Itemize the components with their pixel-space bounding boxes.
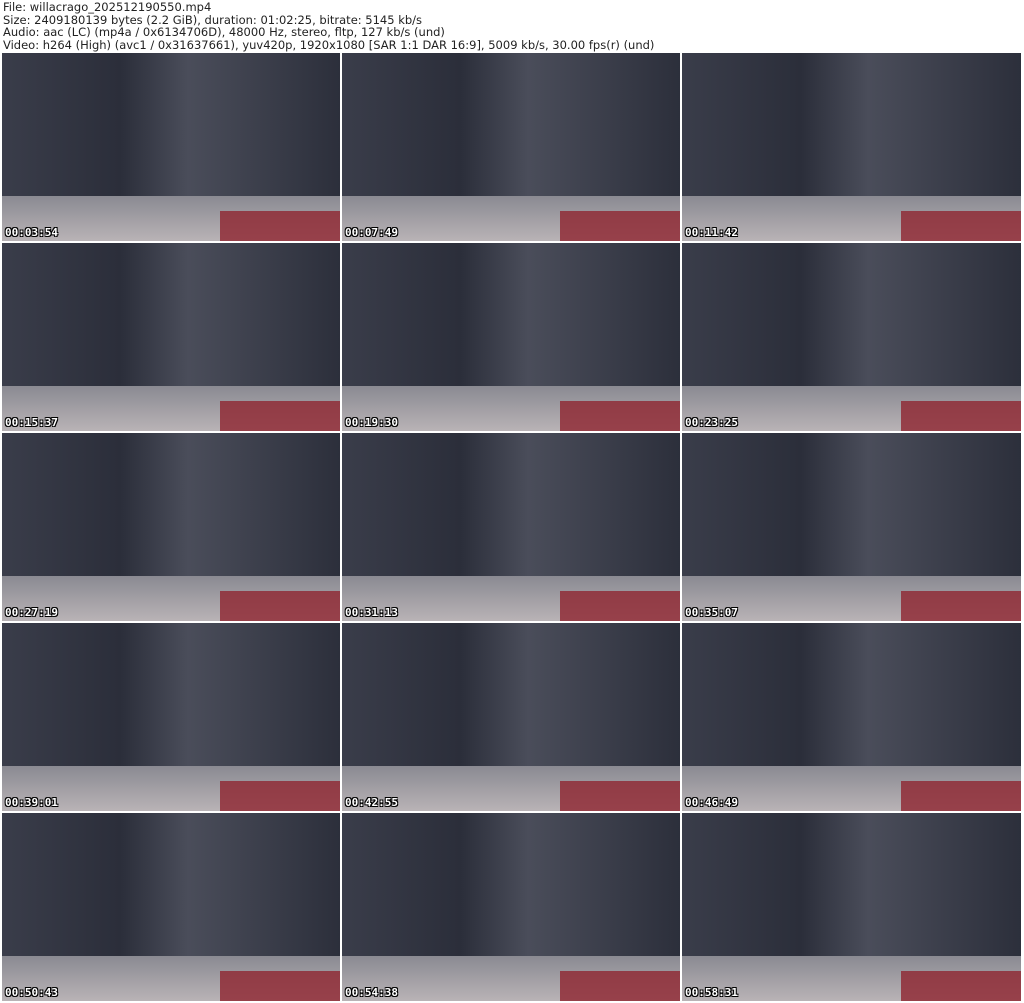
thumbnail-background xyxy=(901,781,1021,811)
timestamp: 00:27:19 xyxy=(5,606,58,619)
thumbnail-background xyxy=(901,591,1021,621)
timestamp: 00:15:37 xyxy=(5,416,58,429)
timestamp: 00:03:54 xyxy=(5,226,58,239)
thumbnail-background xyxy=(901,211,1021,241)
video-thumbnail[interactable]: 00:23:25 xyxy=(682,243,1021,431)
timestamp: 00:50:43 xyxy=(5,986,58,999)
video-thumbnail[interactable]: 00:15:37 xyxy=(2,243,340,431)
timestamp: 00:31:13 xyxy=(345,606,398,619)
thumbnail-background xyxy=(220,401,340,431)
thumbnail-background xyxy=(560,211,680,241)
timestamp: 00:23:25 xyxy=(685,416,738,429)
file-info-header: File: willacrago_202512190550.mp4 Size: … xyxy=(3,1,654,51)
thumbnail-background xyxy=(220,971,340,1001)
thumbnail-background xyxy=(901,971,1021,1001)
thumbnail-background xyxy=(220,591,340,621)
video-thumbnail[interactable]: 00:35:07 xyxy=(682,433,1021,621)
video-thumbnail[interactable]: 00:58:31 xyxy=(682,813,1021,1001)
video-thumbnail[interactable]: 00:54:38 xyxy=(342,813,680,1001)
video-thumbnail[interactable]: 00:19:30 xyxy=(342,243,680,431)
thumbnail-background xyxy=(560,401,680,431)
video-thumbnail[interactable]: 00:07:49 xyxy=(342,53,680,241)
timestamp: 00:35:07 xyxy=(685,606,738,619)
thumbnail-background xyxy=(560,781,680,811)
video-info: Video: h264 (High) (avc1 / 0x31637661), … xyxy=(3,37,655,52)
thumbnail-background xyxy=(220,211,340,241)
video-thumbnail[interactable]: 00:27:19 xyxy=(2,433,340,621)
timestamp: 00:54:38 xyxy=(345,986,398,999)
timestamp: 00:19:30 xyxy=(345,416,398,429)
video-thumbnail[interactable]: 00:42:55 xyxy=(342,623,680,811)
timestamp: 00:39:01 xyxy=(5,796,58,809)
video-thumbnail[interactable]: 00:03:54 xyxy=(2,53,340,241)
thumbnail-background xyxy=(560,591,680,621)
video-thumbnail[interactable]: 00:39:01 xyxy=(2,623,340,811)
timestamp: 00:58:31 xyxy=(685,986,738,999)
thumbnail-background xyxy=(901,401,1021,431)
thumbnail-background xyxy=(560,971,680,1001)
video-thumbnail[interactable]: 00:11:42 xyxy=(682,53,1021,241)
thumbnail-grid: 00:03:54 00:07:49 00:11:42 00:15:37 00:19:30… xyxy=(2,53,1021,1001)
timestamp: 00:46:49 xyxy=(685,796,738,809)
video-thumbnail[interactable]: 00:46:49 xyxy=(682,623,1021,811)
timestamp: 00:11:42 xyxy=(685,226,738,239)
timestamp: 00:07:49 xyxy=(345,226,398,239)
file-name: File: willacrago_202512190550.mp4 xyxy=(3,0,212,14)
thumbnail-background xyxy=(220,781,340,811)
audio-info: Audio: aac (LC) (mp4a / 0x6134706D), 480… xyxy=(3,25,445,39)
video-thumbnail[interactable]: 00:31:13 xyxy=(342,433,680,621)
timestamp: 00:42:55 xyxy=(345,796,398,809)
video-thumbnail[interactable]: 00:50:43 xyxy=(2,813,340,1001)
